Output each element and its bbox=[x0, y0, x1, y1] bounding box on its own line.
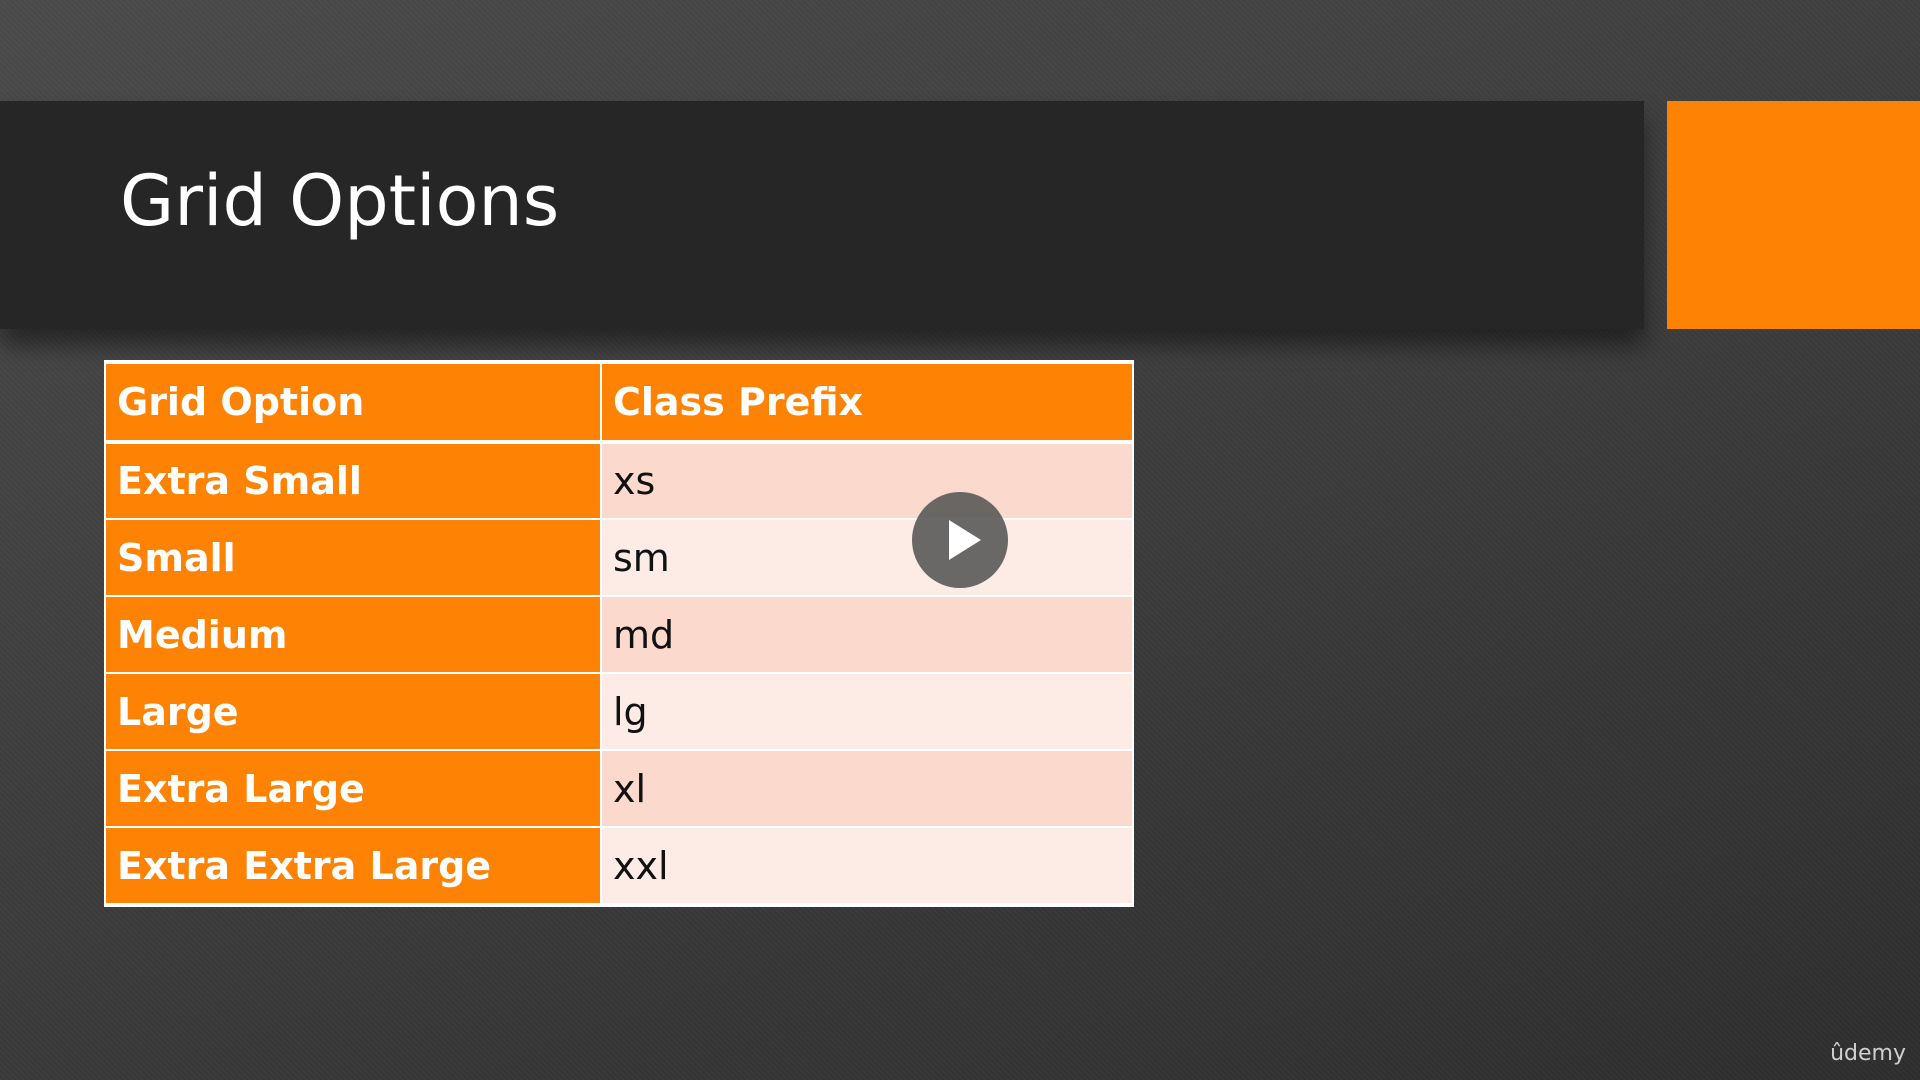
grid-option-cell: Extra Small bbox=[106, 441, 602, 520]
class-prefix-cell: xs bbox=[601, 441, 1132, 520]
class-prefix-cell: sm bbox=[601, 518, 1132, 597]
class-prefix-cell: md bbox=[601, 595, 1132, 674]
table-header-row: Grid Option Class Prefix bbox=[106, 362, 1132, 444]
header-grid-option: Grid Option bbox=[106, 362, 602, 444]
class-prefix-cell: xl bbox=[601, 749, 1132, 828]
grid-option-cell: Small bbox=[106, 518, 602, 597]
header-class-prefix: Class Prefix bbox=[601, 362, 1132, 444]
table-row: Extra Large xl bbox=[106, 749, 1132, 828]
udemy-logo: ûdemy bbox=[1830, 1041, 1906, 1066]
table-row: Medium md bbox=[106, 595, 1132, 674]
slide-title: Grid Options bbox=[120, 160, 560, 242]
accent-square bbox=[1667, 101, 1920, 329]
play-icon bbox=[949, 520, 981, 560]
table-row: Extra Extra Large xxl bbox=[106, 826, 1132, 905]
grid-options-table: Grid Option Class Prefix Extra Small xs … bbox=[104, 360, 1134, 907]
grid-option-cell: Extra Extra Large bbox=[106, 826, 602, 905]
class-prefix-cell: lg bbox=[601, 672, 1132, 751]
play-button[interactable] bbox=[912, 492, 1008, 588]
grid-option-cell: Large bbox=[106, 672, 602, 751]
class-prefix-cell: xxl bbox=[601, 826, 1132, 905]
grid-option-cell: Extra Large bbox=[106, 749, 602, 828]
grid-option-cell: Medium bbox=[106, 595, 602, 674]
table-row: Large lg bbox=[106, 672, 1132, 751]
